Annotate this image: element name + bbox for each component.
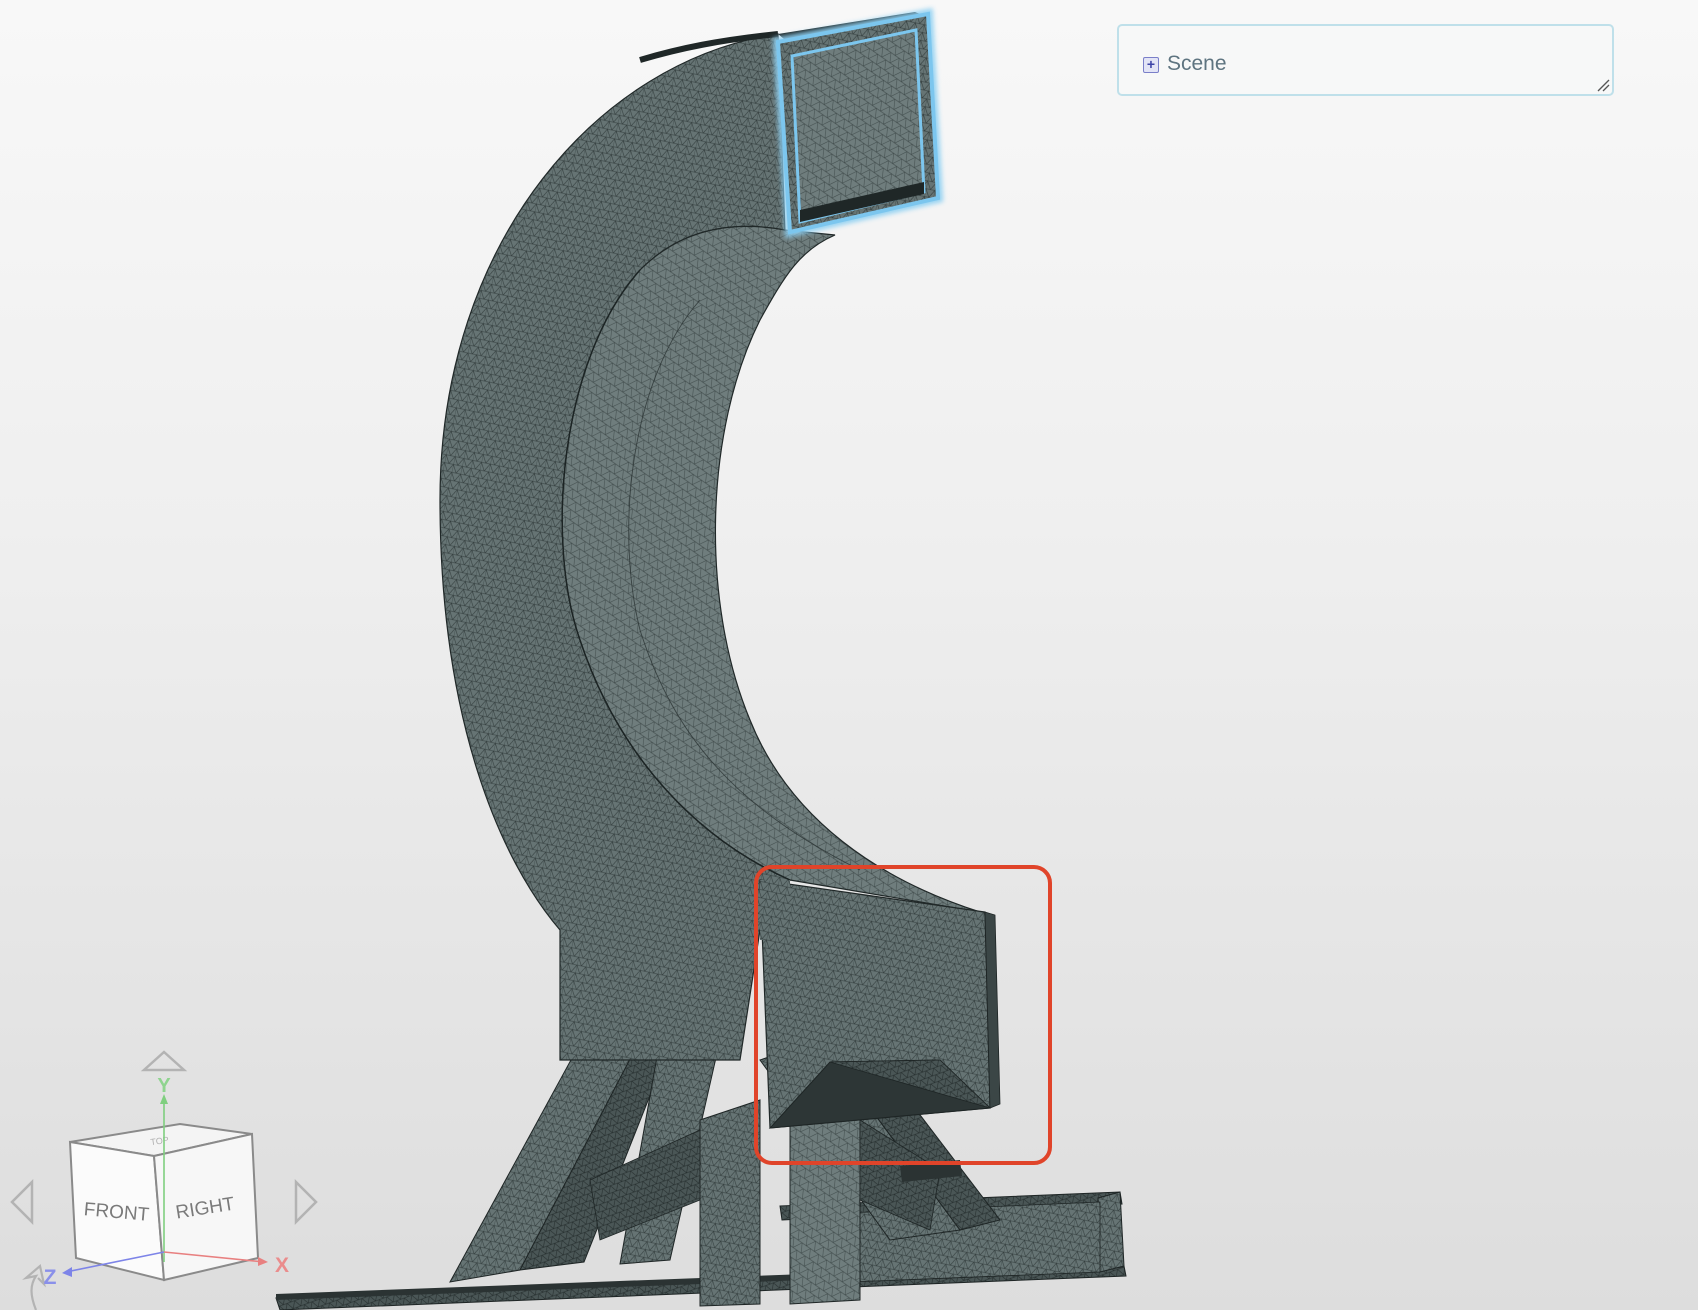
arrow-right-icon[interactable] — [294, 1178, 318, 1226]
x-axis-label: X — [275, 1254, 289, 1277]
arrow-up-icon[interactable] — [140, 1050, 188, 1072]
arrow-left-icon[interactable] — [10, 1178, 34, 1226]
mesh-model-canvas[interactable]: TOP FRONT RIGHT Y X Z — [0, 0, 1698, 1310]
plus-square-icon[interactable]: + — [1143, 57, 1159, 73]
scene-label[interactable]: Scene — [1167, 52, 1227, 76]
rotate-icon[interactable] — [22, 1263, 46, 1310]
resize-grip-icon[interactable] — [1596, 78, 1610, 92]
3d-viewport[interactable]: TOP FRONT RIGHT Y X Z — [0, 0, 1698, 1310]
scene-tree-panel[interactable]: + Scene — [1117, 24, 1614, 96]
view-cube-widget[interactable]: TOP FRONT RIGHT Y X Z — [10, 1050, 318, 1310]
y-axis-label: Y — [157, 1075, 171, 1097]
z-axis-label: Z — [44, 1266, 57, 1289]
selected-inlet-face[interactable] — [772, 8, 944, 239]
